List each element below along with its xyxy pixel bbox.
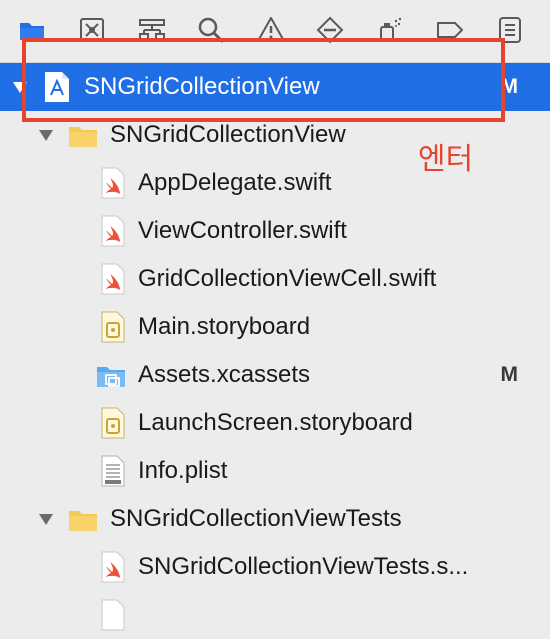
tree-item-label: SNGridCollectionView xyxy=(110,121,346,148)
tree-item-label: Info.plist xyxy=(138,457,228,484)
tree-row-partial[interactable] xyxy=(0,591,550,639)
modified-badge: M xyxy=(500,75,519,98)
folder-icon xyxy=(68,119,98,151)
storyboard-file-icon xyxy=(98,407,128,439)
tree-row-file[interactable]: ViewController.swift xyxy=(0,207,550,255)
swift-file-icon xyxy=(98,263,128,295)
swift-file-icon xyxy=(98,215,128,247)
assets-folder-icon xyxy=(96,359,126,391)
tree-row-file[interactable]: GridCollectionViewCell.swift xyxy=(0,255,550,303)
tree-item-label: SNGridCollectionViewTests xyxy=(110,505,402,532)
tree-item-label: GridCollectionViewCell.swift xyxy=(138,265,437,292)
storyboard-file-icon xyxy=(98,311,128,343)
tree-item-label: Main.storyboard xyxy=(138,313,311,340)
tree-row-file[interactable]: Assets.xcassets M xyxy=(0,351,550,399)
search-icon[interactable] xyxy=(195,14,227,46)
modified-badge: M xyxy=(500,363,519,386)
tree-item-label: Assets.xcassets xyxy=(138,361,311,388)
tree-item-label: LaunchScreen.storyboard xyxy=(138,409,413,436)
tree-row-file[interactable]: Info.plist xyxy=(0,447,550,495)
tree-item-label: AppDelegate.swift xyxy=(138,169,332,196)
hierarchy-icon[interactable] xyxy=(136,14,168,46)
tree-item-label: SNGridCollectionView xyxy=(84,73,320,100)
tree-row-project[interactable]: SNGridCollectionView M xyxy=(0,63,550,111)
navigator-toolbar xyxy=(0,0,550,63)
tag-icon[interactable] xyxy=(434,14,466,46)
test-icon[interactable] xyxy=(374,14,406,46)
folder-icon[interactable] xyxy=(16,14,48,46)
tree-row-file[interactable]: LaunchScreen.storyboard xyxy=(0,399,550,447)
tree-row-file[interactable]: Main.storyboard xyxy=(0,303,550,351)
xcode-project-icon xyxy=(42,71,72,103)
tree-row-folder[interactable]: SNGridCollectionViewTests xyxy=(0,495,550,543)
warning-icon[interactable] xyxy=(255,14,287,46)
source-control-icon[interactable] xyxy=(76,14,108,46)
plist-file-icon xyxy=(98,455,128,487)
disclosure-expanded-icon[interactable] xyxy=(38,511,54,527)
disclosure-expanded-icon[interactable] xyxy=(12,79,28,95)
tree-item-label: ViewController.swift xyxy=(138,217,347,244)
breakpoint-icon[interactable] xyxy=(314,14,346,46)
swift-file-icon xyxy=(98,551,128,583)
disclosure-expanded-icon[interactable] xyxy=(38,127,54,143)
tree-item-label: SNGridCollectionViewTests.s... xyxy=(138,553,469,580)
tree-row-file[interactable]: SNGridCollectionViewTests.s... xyxy=(0,543,550,591)
folder-icon xyxy=(68,503,98,535)
annotation-label: 엔터 xyxy=(418,143,474,176)
swift-file-icon xyxy=(98,167,128,199)
report-icon[interactable] xyxy=(494,14,526,46)
